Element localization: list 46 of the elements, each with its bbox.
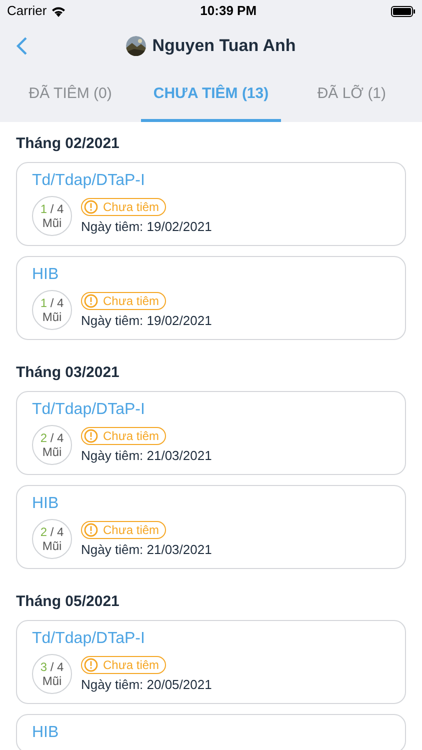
status-badge: Chưa tiêm <box>81 426 166 444</box>
injection-date: Ngày tiêm: 20/05/2021 <box>81 676 212 692</box>
vaccine-card[interactable]: HIB 2 / 4 Mũi Chưa tiêm Ngày tiêm: 21/03/2021 <box>16 485 406 569</box>
vaccine-card[interactable]: Td/Tdap/DTaP-I 2 / 4 Mũi Chưa tiêm Ngày tiêm: 21/03/2021 <box>16 391 406 475</box>
status-badge: Chưa tiêm <box>81 292 166 310</box>
dose-unit: Mũi <box>42 539 62 553</box>
status-badge: Chưa tiêm <box>81 198 166 216</box>
status-badge: Chưa tiêm <box>81 520 166 538</box>
profile-name: Nguyen Tuan Anh <box>152 35 296 58</box>
vaccine-name: HIB <box>32 265 60 285</box>
vaccine-name: Td/Tdap/DTaP-I <box>32 400 146 420</box>
month-heading: Tháng 05/2021 <box>15 592 120 612</box>
vaccine-name: Td/Tdap/DTaP-I <box>32 629 146 649</box>
injection-date: Ngày tiêm: 19/02/2021 <box>81 312 212 328</box>
wifi-icon <box>50 6 66 16</box>
vaccine-card[interactable]: Td/Tdap/DTaP-I 1 / 4 Mũi Chưa tiêm Ngày tiêm: 19/02/2021 <box>16 162 406 246</box>
injection-date: Ngày tiêm: 19/02/2021 <box>81 218 212 234</box>
carrier-label: Carrier <box>7 2 47 20</box>
status-badge: Chưa tiêm <box>81 656 166 674</box>
dose-unit: Mũi <box>42 310 62 324</box>
warning-icon <box>84 658 98 672</box>
month-heading: Tháng 02/2021 <box>15 134 120 154</box>
dose-count: 2 / 4 <box>40 525 64 539</box>
dose-count: 2 / 4 <box>40 431 64 445</box>
battery-icon <box>390 6 415 16</box>
injection-date: Ngày tiêm: 21/03/2021 <box>81 448 212 464</box>
vaccine-name: HIB <box>32 494 60 514</box>
vaccine-name: HIB <box>32 723 60 743</box>
dose-count: 1 / 4 <box>40 202 64 216</box>
month-heading: Tháng 03/2021 <box>15 363 120 383</box>
back-button[interactable] <box>16 36 28 56</box>
injection-date: Ngày tiêm: 21/03/2021 <box>81 542 212 558</box>
back-icon <box>16 36 28 56</box>
warning-icon <box>84 200 98 214</box>
warning-icon <box>84 428 98 442</box>
dose-unit: Mũi <box>42 445 62 459</box>
warning-icon <box>84 522 98 536</box>
warning-icon <box>84 294 98 308</box>
vaccine-name: Td/Tdap/DTaP-I <box>32 171 146 191</box>
dose-unit: Mũi <box>42 216 62 230</box>
dose-unit: Mũi <box>42 674 62 688</box>
clock: 10:39 PM <box>200 2 257 20</box>
dose-count: 1 / 4 <box>40 296 64 310</box>
vaccine-card[interactable]: HIB 1 / 4 Mũi Chưa tiêm Ngày tiêm: 19/02/2021 <box>16 256 406 340</box>
vaccine-card[interactable]: Td/Tdap/DTaP-I 3 / 4 Mũi Chưa tiêm Ngày tiêm: 20/05/2021 <box>16 620 406 704</box>
dose-count: 3 / 4 <box>40 660 64 674</box>
